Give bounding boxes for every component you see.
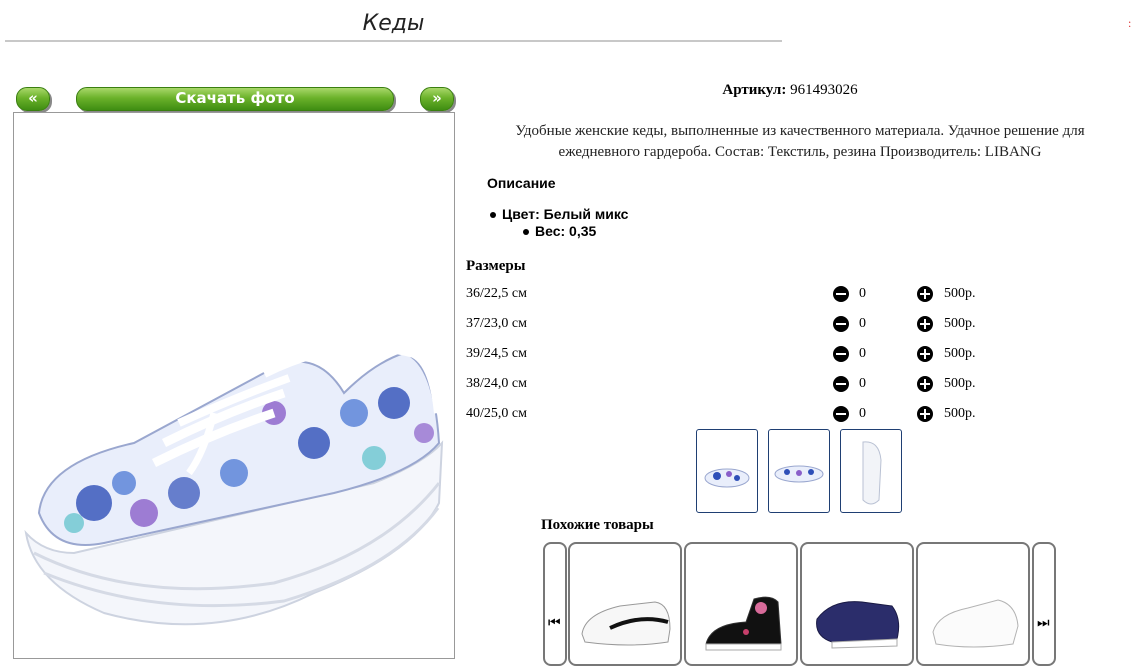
size-price: 500р.: [944, 316, 976, 331]
size-row: 37/23,0 см 0 500р.: [466, 313, 1066, 335]
plus-icon[interactable]: [917, 346, 933, 362]
thumbnail-image: [774, 465, 824, 483]
article-line: Артикул: 961493026: [465, 82, 1115, 99]
carousel-next-button[interactable]: ⏭: [1032, 542, 1056, 666]
size-label: 40/25,0 см: [466, 406, 527, 421]
product-description: Удобные женские кеды, выполненные из кач…: [515, 123, 1085, 160]
sneaker-image: [24, 341, 444, 626]
skip-forward-icon: ⏭: [1037, 616, 1050, 631]
size-label: 36/22,5 см: [466, 286, 527, 301]
size-price: 500р.: [944, 406, 976, 421]
attribute-color-text: Цвет: Белый микс: [502, 206, 629, 222]
prev-photo-button[interactable]: «: [16, 87, 50, 111]
size-row: 40/25,0 см 0 500р.: [466, 403, 1066, 425]
similar-product-image: [581, 601, 671, 646]
similar-product-image: [705, 596, 782, 651]
page-title: Кеды: [5, 8, 782, 42]
size-row: 38/24,0 см 0 500р.: [466, 373, 1066, 395]
attribute-weight: Вес: 0,35: [523, 223, 596, 239]
minus-icon[interactable]: [833, 376, 849, 392]
carousel-prev-button[interactable]: ⏮: [543, 542, 567, 666]
similar-product-image: [816, 601, 900, 649]
size-price: 500р.: [944, 376, 976, 391]
size-qty: 0: [859, 346, 866, 361]
description-heading: Описание: [487, 175, 556, 191]
thumbnail-image: [704, 468, 750, 488]
sizes-heading: Размеры: [466, 258, 526, 274]
minus-icon[interactable]: [833, 286, 849, 302]
similar-product-image: [932, 599, 1019, 648]
product-thumbnail[interactable]: [768, 429, 830, 513]
size-price: 500р.: [944, 346, 976, 361]
plus-icon[interactable]: [917, 286, 933, 302]
download-photo-button[interactable]: Скачать фото: [76, 87, 394, 111]
size-qty: 0: [859, 286, 866, 301]
size-qty: 0: [859, 406, 866, 421]
main-product-photo[interactable]: [13, 112, 455, 659]
size-qty: 0: [859, 316, 866, 331]
thumbnail-image: [862, 441, 882, 505]
next-photo-button[interactable]: »: [420, 87, 454, 111]
size-row: 36/22,5 см 0 500р.: [466, 283, 1066, 305]
minus-icon[interactable]: [833, 316, 849, 332]
similar-product-card[interactable]: [800, 542, 914, 666]
article-value: 961493026: [790, 82, 858, 98]
attribute-color: Цвет: Белый микс: [490, 206, 628, 222]
bullet-icon: [523, 229, 529, 236]
similar-product-card[interactable]: [568, 542, 682, 666]
plus-icon[interactable]: [917, 406, 933, 422]
plus-icon[interactable]: [917, 376, 933, 392]
size-price: 500р.: [944, 286, 976, 301]
size-label: 37/23,0 см: [466, 316, 527, 331]
similar-product-card[interactable]: [684, 542, 798, 666]
article-label: Артикул:: [722, 82, 787, 98]
similar-product-card[interactable]: [916, 542, 1030, 666]
product-thumbnail[interactable]: [696, 429, 758, 513]
attribute-weight-text: Вес: 0,35: [535, 223, 597, 239]
size-label: 38/24,0 см: [466, 376, 527, 391]
size-label: 39/24,5 см: [466, 346, 527, 361]
size-qty: 0: [859, 376, 866, 391]
skip-back-icon: ⏮: [548, 616, 561, 631]
minus-icon[interactable]: [833, 406, 849, 422]
size-row: 39/24,5 см 0 500р.: [466, 343, 1066, 365]
bullet-icon: [490, 212, 496, 219]
plus-icon[interactable]: [917, 316, 933, 332]
minus-icon[interactable]: [833, 346, 849, 362]
product-thumbnail[interactable]: [840, 429, 902, 513]
similar-heading: Похожие товары: [541, 517, 654, 533]
